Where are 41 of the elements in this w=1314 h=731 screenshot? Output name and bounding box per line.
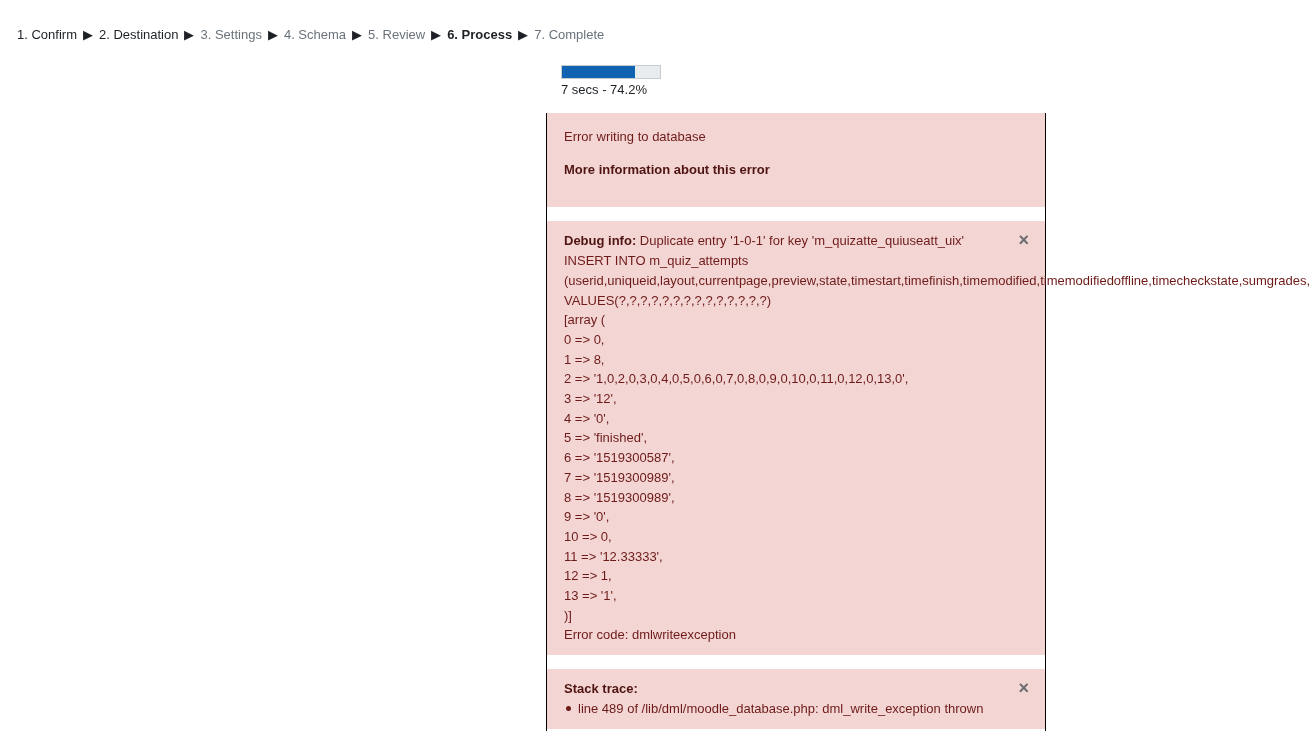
- step-label: 6. Process: [447, 27, 513, 43]
- step-label: 4. Schema: [283, 27, 347, 43]
- step-label: 2. Destination: [98, 27, 179, 43]
- debug-line: 9 => '0',: [564, 508, 610, 527]
- stack-heading: Stack trace:: [564, 680, 638, 699]
- debug-line: 0 => 0,: [564, 330, 605, 349]
- debug-line: 12 => 1,: [564, 567, 612, 586]
- debug-line: 11 => '12.33333',: [564, 547, 663, 566]
- step-label: 7. Complete: [534, 27, 605, 43]
- debug-line: Error code: dmlwriteexception: [564, 626, 736, 645]
- debug-line: VALUES(?,?,?,?,?,?,?,?,?,?,?,?,?,?): [564, 291, 772, 310]
- bullet-icon: [566, 706, 571, 712]
- progress-caption: 7 secs - 74.2%: [561, 82, 648, 97]
- step-arrow: ▶: [431, 27, 442, 43]
- step-arrow: ▶: [184, 27, 195, 43]
- debug-line: 2 => '1,0,2,0,3,0,4,0,5,0,6,0,7,0,8,0,9,0,10,0,11,0,12,0,13,0',: [564, 370, 909, 389]
- debug-line: 5 => 'finished',: [564, 429, 648, 448]
- stack-line: line 489 of /lib/dml/moodle_database.php: dml_write_exception thrown: [578, 699, 984, 718]
- debug-line: [array (: [564, 311, 606, 330]
- close-button[interactable]: ×: [1018, 231, 1029, 250]
- step-label: 5. Review: [368, 27, 426, 43]
- debug-line: 8 => '1519300989',: [564, 488, 675, 507]
- debug-line: 7 => '1519300989',: [564, 468, 675, 487]
- debug-line: 4 => '0',: [564, 409, 610, 428]
- step-label: 3. Settings: [200, 27, 262, 43]
- debug-line: 10 => 0,: [564, 527, 612, 546]
- debug-line: INSERT INTO m_quiz_attempts: [564, 252, 749, 271]
- step-arrow: ▶: [82, 27, 93, 43]
- debug-line: 6 => '1519300587',: [564, 449, 675, 468]
- debug-line: 3 => '12',: [564, 390, 617, 409]
- more-info-heading: More information about this error: [564, 160, 771, 179]
- debug-line: )]: [564, 606, 572, 625]
- debug-line: 13 => '1',: [564, 587, 617, 606]
- step-arrow: ▶: [352, 27, 363, 43]
- debug-summary: Debug info: Duplicate entry '1-0-1' for key 'm_quizatte_quiuseatt_uix': [564, 232, 965, 251]
- step-label: 1. Confirm: [17, 27, 77, 43]
- step-arrow: ▶: [518, 27, 529, 43]
- debug-line: 1 => 8,: [564, 350, 605, 369]
- close-button[interactable]: ×: [1018, 679, 1029, 698]
- step-arrow: ▶: [267, 27, 278, 43]
- error-message: Error writing to database: [564, 128, 707, 146]
